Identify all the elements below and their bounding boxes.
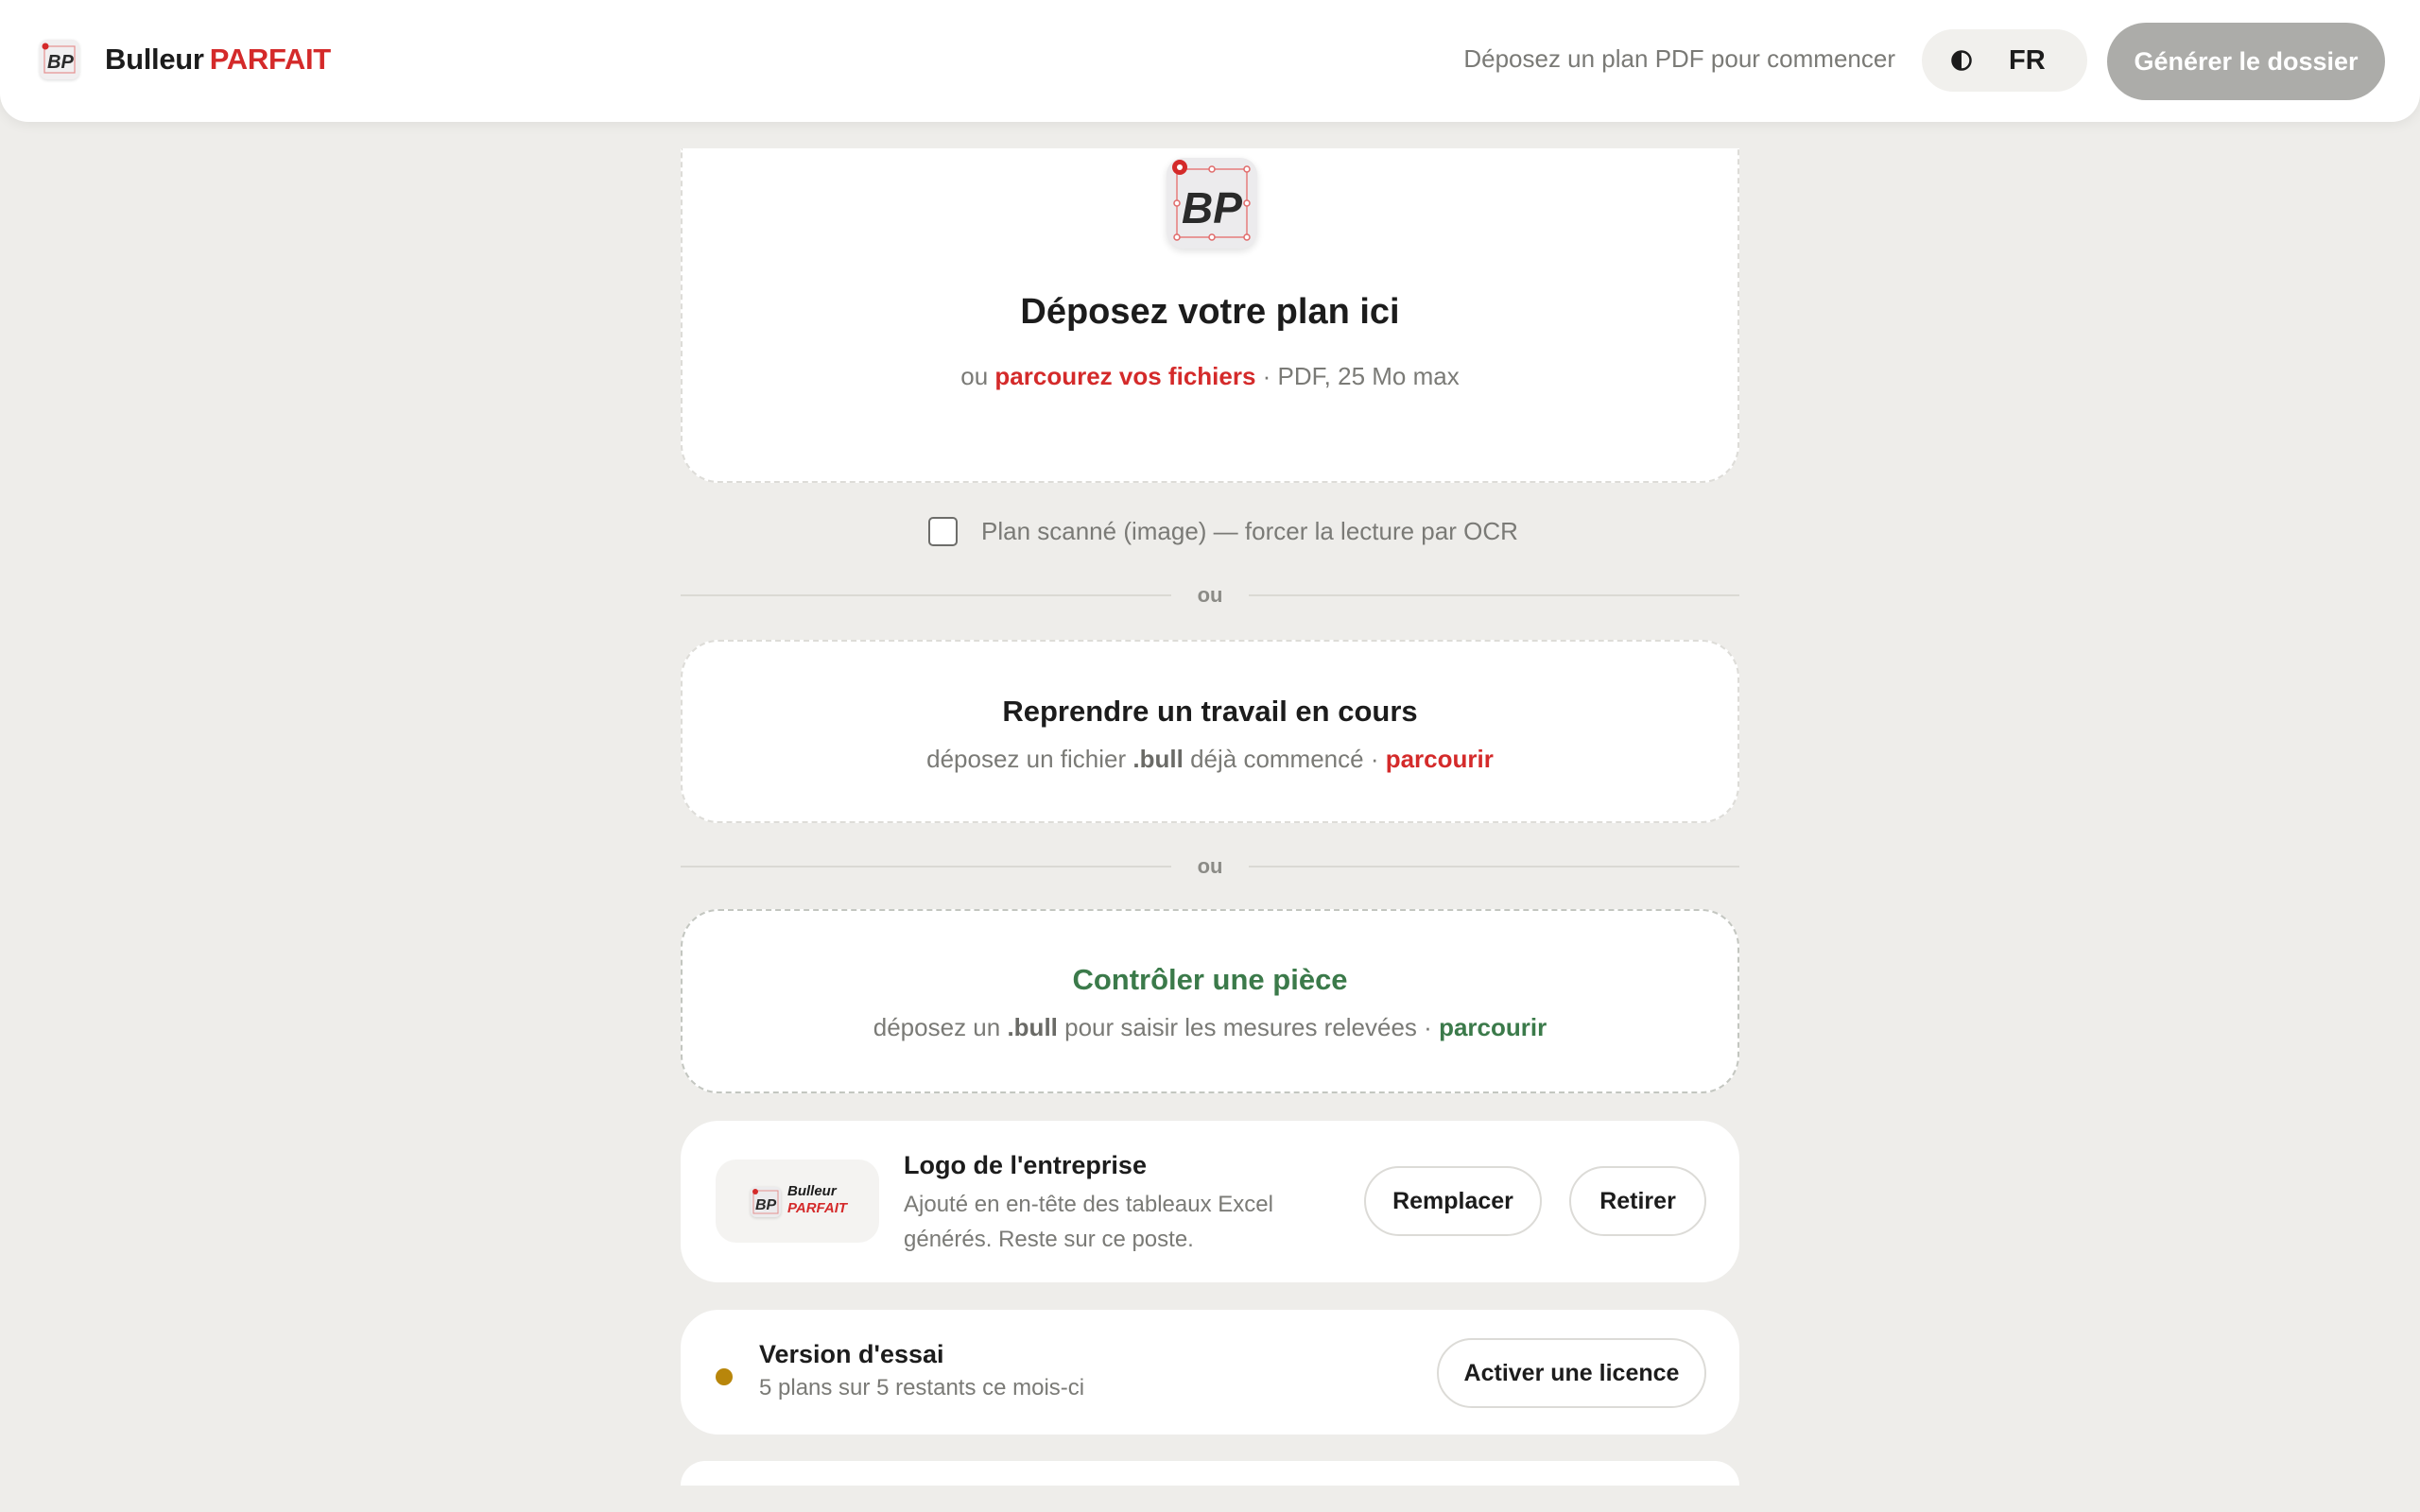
drop-zone-sub-suffix: · PDF, 25 Mo max xyxy=(1262,362,1460,390)
language-button[interactable]: FR xyxy=(2009,45,2046,77)
control-sub-middle: pour saisir les mesures relevées · xyxy=(1064,1013,1432,1041)
resume-sub-prefix: déposez un fichier xyxy=(926,745,1127,773)
trial-status-dot xyxy=(716,1368,733,1385)
company-logo-icon: BP xyxy=(751,1187,781,1217)
company-logo-line2: PARFAIT xyxy=(787,1200,848,1216)
resume-work-drop-zone[interactable]: Reprendre un travail en cours déposez un… xyxy=(681,640,1739,823)
svg-text:BP: BP xyxy=(755,1197,777,1213)
bull-extension: .bull xyxy=(1132,745,1184,773)
control-title: Contrôler une pièce xyxy=(1072,963,1348,996)
company-logo-card: BP Bulleur PARFAIT Logo de l'entreprise … xyxy=(681,1121,1739,1282)
company-logo-preview: BP Bulleur PARFAIT xyxy=(716,1160,879,1243)
resume-sub-middle: déjà commencé · xyxy=(1190,745,1379,773)
divider-line xyxy=(681,594,1171,596)
replace-logo-button[interactable]: Remplacer xyxy=(1364,1166,1542,1236)
svg-text:BP: BP xyxy=(1182,183,1242,232)
brand[interactable]: BP Bulleur PARFAIT xyxy=(40,40,331,79)
brand-name: Bulleur PARFAIT xyxy=(105,43,331,77)
divider-text: ou xyxy=(1197,854,1223,878)
control-browse-link[interactable]: parcourir xyxy=(1439,1013,1547,1041)
top-bar: BP Bulleur PARFAIT Déposez un plan PDF po… xyxy=(0,0,2420,122)
resume-title: Reprendre un travail en cours xyxy=(1002,695,1418,728)
next-card xyxy=(681,1461,1739,1486)
activate-license-button[interactable]: Activer une licence xyxy=(1437,1338,1706,1408)
control-sub-prefix: déposez un xyxy=(873,1013,1001,1041)
divider-line xyxy=(681,866,1171,868)
brand-name-second: PARFAIT xyxy=(209,43,332,76)
remove-logo-button[interactable]: Retirer xyxy=(1569,1166,1706,1236)
generate-folder-button[interactable]: Générer le dossier xyxy=(2107,23,2385,100)
ocr-option[interactable]: Plan scanné (image) — forcer la lecture … xyxy=(928,517,1518,546)
company-logo-line1: Bulleur xyxy=(787,1183,837,1199)
divider-text: ou xyxy=(1197,583,1223,607)
app-logo-icon: BP xyxy=(1167,158,1257,249)
or-divider: ou xyxy=(681,852,1740,881)
theme-toggle-button[interactable] xyxy=(1922,29,2001,92)
contrast-icon xyxy=(1951,50,1972,71)
svg-text:BP: BP xyxy=(47,52,74,73)
app-logo-icon: BP xyxy=(40,40,79,79)
company-logo-desc-line2: générés. Reste sur ce poste. xyxy=(904,1227,1194,1252)
divider-line xyxy=(1249,866,1740,868)
company-logo-desc-line1: Ajouté en en-tête des tableaux Excel xyxy=(904,1192,1273,1217)
browse-files-link[interactable]: parcourez vos fichiers xyxy=(994,362,1255,390)
header-hint: Déposez un plan PDF pour commencer xyxy=(1463,44,1895,73)
or-divider: ou xyxy=(681,581,1740,610)
ocr-checkbox[interactable] xyxy=(928,517,958,546)
license-title: Version d'essai xyxy=(759,1340,944,1368)
pdf-drop-zone[interactable]: BP Déposez votre plan ici ou parcourez v… xyxy=(681,148,1739,483)
drop-zone-title: Déposez votre plan ici xyxy=(1020,292,1400,332)
company-logo-title: Logo de l'entreprise xyxy=(904,1151,1147,1179)
brand-name-first: Bulleur xyxy=(105,43,204,76)
control-subtitle: déposez un .bull pour saisir les mesures… xyxy=(683,1013,1737,1042)
settings-pill: FR xyxy=(1922,29,2087,92)
divider-line xyxy=(1249,594,1740,596)
drop-zone-sub-prefix: ou xyxy=(960,362,989,390)
company-logo-description: Ajouté en en-tête des tableaux Excel gén… xyxy=(904,1187,1273,1257)
resume-subtitle: déposez un fichier .bull déjà commencé ·… xyxy=(683,745,1737,774)
license-card: Version d'essai 5 plans sur 5 restants c… xyxy=(681,1310,1739,1435)
control-part-drop-zone[interactable]: Contrôler une pièce déposez un .bull pou… xyxy=(681,909,1739,1093)
bull-extension: .bull xyxy=(1007,1013,1058,1041)
drop-zone-subtitle: ou parcourez vos fichiers · PDF, 25 Mo m… xyxy=(683,362,1737,391)
license-remaining: 5 plans sur 5 restants ce mois-ci xyxy=(759,1375,1085,1400)
resume-browse-link[interactable]: parcourir xyxy=(1386,745,1494,773)
ocr-label: Plan scanné (image) — forcer la lecture … xyxy=(981,517,1518,545)
